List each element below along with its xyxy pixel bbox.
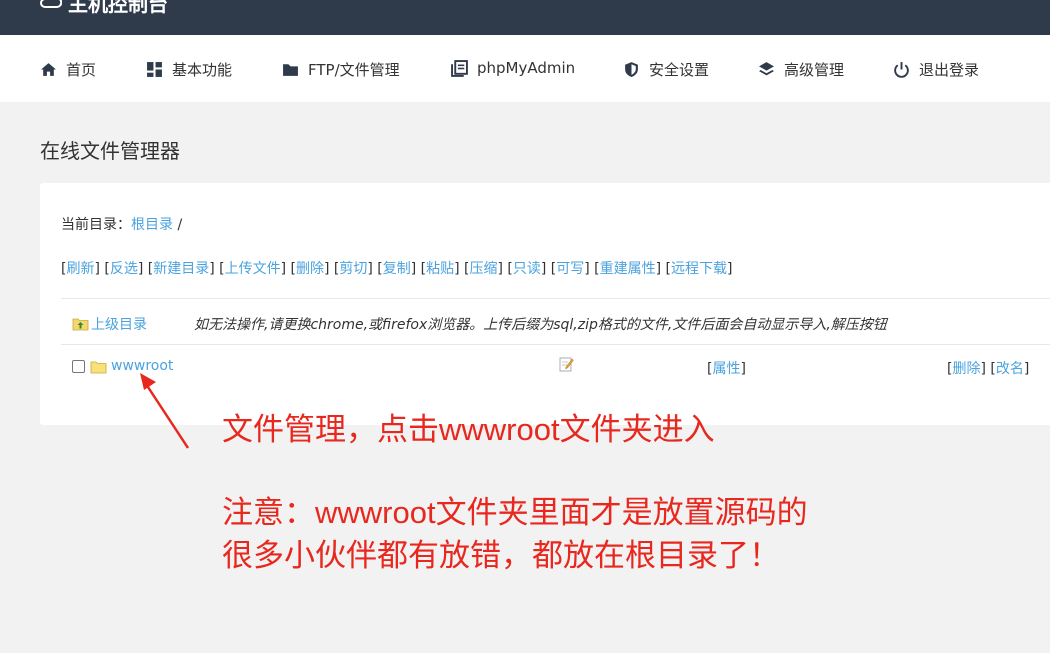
new-folder-link[interactable]: 新建目录 [153, 261, 209, 277]
copy-link[interactable]: 复制 [383, 261, 411, 277]
nav-item-home[interactable]: 首页 [40, 59, 96, 80]
attributes-link[interactable]: 属性 [712, 361, 740, 377]
top-header-bar: 主机控制台 [0, 0, 1050, 35]
annotation-line-3: 很多小伙伴都有放错，都放在根目录了！ [222, 538, 780, 573]
shield-icon [623, 61, 640, 78]
annotation-arrow-icon [140, 373, 190, 449]
delete-link[interactable]: 删除 [296, 261, 324, 277]
nav-label: 安全设置 [649, 61, 710, 79]
readonly-link[interactable]: 只读 [513, 261, 541, 277]
cut-link[interactable]: 剪切 [339, 261, 367, 277]
nav-label: 首页 [66, 61, 97, 79]
folder-up-icon [72, 318, 89, 331]
brand-title: 主机控制台 [68, 0, 168, 16]
nav-item-advanced[interactable]: 高级管理 [758, 59, 844, 80]
power-icon [893, 61, 910, 78]
nav-item-security[interactable]: 安全设置 [623, 59, 709, 80]
main-navbar: 首页 基本功能 FTP/文件管理 phpMyAdmin 安全设置 高级管理 退出… [0, 35, 1050, 102]
parent-directory-row[interactable]: 上级目录 [72, 314, 147, 334]
upload-file-link[interactable]: 上传文件 [225, 261, 281, 277]
annotation-line-2: 注意：wwwroot文件夹里面才是放置源码的 [222, 495, 808, 530]
remote-download-link[interactable]: 远程下载 [671, 261, 727, 277]
brand[interactable]: 主机控制台 [40, 0, 168, 17]
page-title: 在线文件管理器 [40, 139, 180, 163]
divider [61, 298, 1050, 299]
nav-label: phpMyAdmin [477, 59, 576, 77]
refresh-link[interactable]: 刷新 [66, 261, 94, 277]
folder-icon [90, 361, 107, 374]
root-dir-link[interactable]: 根目录 [131, 217, 173, 233]
nav-item-logout[interactable]: 退出登录 [893, 59, 979, 80]
browser-hint: 如无法操作,请更换chrome,或firefox浏览器。上传后缀为sql,zip… [194, 317, 887, 333]
home-icon [40, 61, 57, 78]
rename-file-link[interactable]: 改名 [996, 361, 1024, 377]
layers-icon [758, 61, 775, 78]
edit-icon[interactable] [559, 356, 574, 372]
current-directory: 当前目录：根目录 / [61, 214, 182, 234]
invert-selection-link[interactable]: 反选 [110, 261, 138, 277]
rebuild-attributes-link[interactable]: 重建属性 [600, 261, 656, 277]
annotation-line-1: 文件管理，点击wwwroot文件夹进入 [222, 412, 715, 447]
paste-link[interactable]: 粘贴 [426, 261, 454, 277]
nav-item-phpmyadmin[interactable]: phpMyAdmin [451, 59, 575, 77]
file-row: wwwroot [属性] [删除] [改名] [72, 356, 1050, 380]
delete-file-link[interactable]: 删除 [952, 361, 980, 377]
folder-icon [282, 61, 299, 78]
nav-label: 高级管理 [784, 61, 845, 79]
grid-icon [146, 61, 163, 78]
nav-item-basic[interactable]: 基本功能 [146, 59, 232, 80]
file-operations: [删除] [改名] [947, 361, 1030, 377]
divider [61, 344, 1050, 345]
nav-label: 退出登录 [919, 61, 980, 79]
current-dir-label: 当前目录： [61, 217, 131, 233]
path-separator: / [177, 217, 183, 233]
cloud-icon [40, 0, 63, 15]
parent-dir-link[interactable]: 上级目录 [91, 314, 147, 334]
writable-link[interactable]: 可写 [556, 261, 584, 277]
nav-label: 基本功能 [172, 61, 233, 79]
attributes-action: [属性] [707, 361, 746, 377]
file-checkbox[interactable] [72, 360, 85, 373]
nav-label: FTP/文件管理 [308, 61, 400, 79]
compress-link[interactable]: 压缩 [469, 261, 497, 277]
database-icon [451, 59, 468, 77]
nav-item-ftp[interactable]: FTP/文件管理 [282, 59, 400, 80]
action-toolbar: [刷新] [反选] [新建目录] [上传文件] [删除] [剪切] [复制] [… [61, 261, 733, 277]
